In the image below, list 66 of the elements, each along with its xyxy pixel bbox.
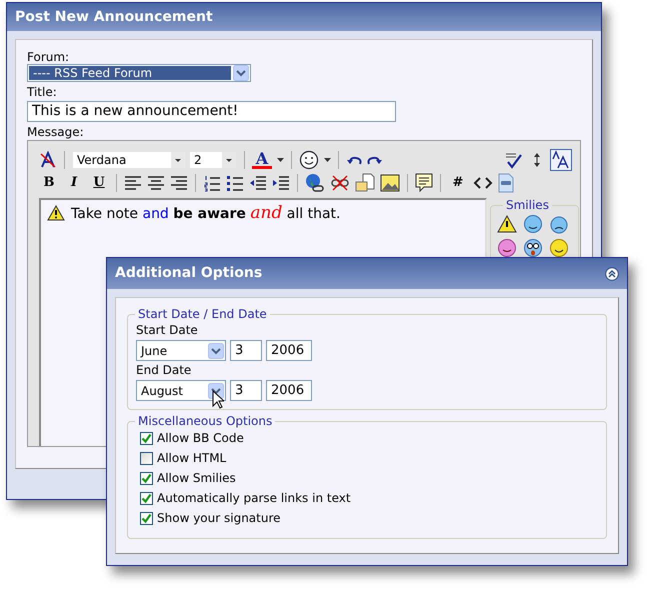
checkbox[interactable] [140, 512, 153, 524]
message-text: Take note and be aware and all that. [71, 205, 340, 222]
month-dropdown[interactable]: June [136, 340, 226, 361]
shocked-smiley-icon[interactable] [523, 238, 543, 258]
checkbox[interactable] [140, 492, 153, 504]
field-label: End Date [136, 364, 192, 377]
align-center-icon[interactable] [147, 174, 165, 192]
caret-icon[interactable] [324, 158, 331, 162]
group-legend: Miscellaneous Options [135, 414, 276, 428]
smiley-icon[interactable] [299, 150, 319, 170]
numbered-list-icon[interactable] [203, 174, 221, 192]
checkbox[interactable] [140, 432, 153, 444]
forum-dropdown[interactable]: ---- RSS Feed Forum [27, 64, 251, 82]
code-button[interactable]: # [448, 173, 468, 193]
year-input[interactable]: 2006 [266, 380, 312, 401]
insert-document-icon[interactable] [355, 173, 375, 193]
caret-icon[interactable] [277, 158, 284, 162]
format-button[interactable]: B [39, 173, 59, 193]
align-left-icon[interactable] [124, 174, 142, 192]
title-input[interactable]: This is a new announcement! [27, 101, 396, 122]
format-button[interactable]: I [64, 173, 84, 193]
group-legend: Start Date / End Date [135, 307, 270, 321]
bullet-list-icon[interactable] [226, 174, 244, 192]
caret-icon [171, 152, 185, 168]
resize-arrows-icon[interactable] [533, 151, 541, 169]
warning-icon[interactable] [47, 205, 65, 221]
window-title: Additional Options [115, 267, 262, 280]
option-label: Allow HTML [157, 452, 226, 464]
html-code-icon[interactable] [473, 175, 493, 191]
image-icon[interactable] [380, 173, 400, 193]
day-input[interactable]: 3 [230, 340, 262, 361]
checkbox[interactable] [140, 452, 153, 464]
field-label: Start Date [136, 324, 199, 337]
month-dropdown[interactable]: August [136, 380, 226, 401]
caret-icon [222, 152, 236, 168]
unlink-icon[interactable] [330, 174, 350, 192]
indent-icon[interactable] [272, 174, 290, 192]
option-label: Allow BB Code [157, 432, 244, 444]
field-label: Message: [27, 126, 85, 139]
grinning-smiley-icon[interactable] [497, 238, 517, 258]
mouse-pointer-icon [212, 390, 224, 409]
remove-format-icon[interactable] [39, 151, 57, 169]
checkbox[interactable] [140, 472, 153, 484]
warning-smiley-icon[interactable] [497, 214, 517, 234]
spellcheck-icon[interactable] [504, 151, 524, 169]
globe-link-icon[interactable] [305, 173, 325, 193]
confused-smiley-icon[interactable] [549, 214, 569, 234]
outdent-icon[interactable] [249, 174, 267, 192]
panel-legend: Smilies [503, 198, 552, 212]
collapse-icon[interactable] [605, 266, 619, 280]
field-label: Title: [27, 86, 58, 99]
option-label: Automatically parse links in text [157, 492, 351, 504]
toggle-view-icon[interactable] [550, 149, 572, 171]
option-label: Show your signature [157, 512, 281, 524]
day-input[interactable]: 3 [230, 380, 262, 401]
size-dropdown[interactable]: 2 [189, 151, 237, 169]
smiley-icon[interactable] [549, 238, 569, 258]
font-dropdown[interactable]: Verdana [72, 151, 186, 169]
format-button[interactable]: U [89, 173, 109, 193]
quote-icon[interactable] [415, 173, 433, 193]
year-input[interactable]: 2006 [266, 340, 312, 361]
align-right-icon[interactable] [170, 174, 188, 192]
window-title: Post New Announcement [15, 10, 213, 24]
field-label: Forum: [27, 51, 70, 64]
font-color-button[interactable]: A [252, 152, 272, 168]
option-label: Allow Smilies [157, 472, 236, 484]
